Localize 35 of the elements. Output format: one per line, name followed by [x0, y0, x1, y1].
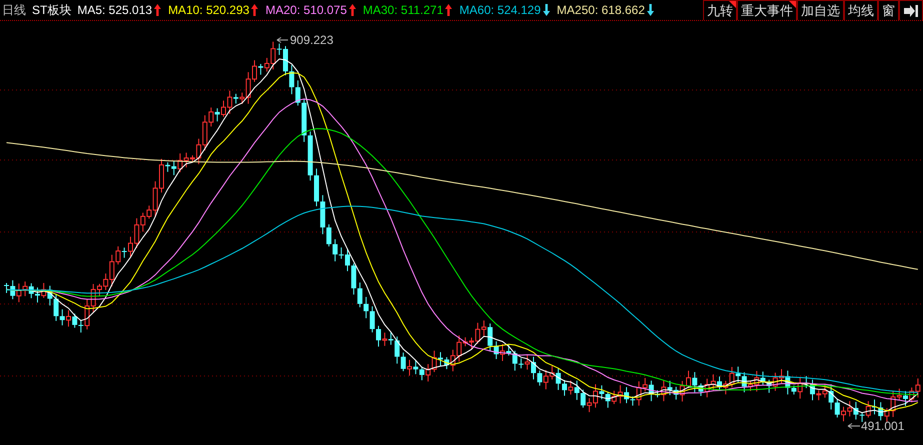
toolbar-button[interactable]: 重大事件: [737, 0, 797, 20]
rising-candle: [66, 310, 71, 328]
rising-candle: [524, 354, 530, 370]
rising-candle: [866, 400, 871, 418]
toolbar-button[interactable]: 加自选: [797, 0, 844, 20]
falling-candle: [233, 93, 238, 104]
rising-candle: [568, 380, 574, 396]
moving-average-value: MA5: 525.013: [77, 3, 152, 17]
toolbar-button[interactable]: 均线: [844, 0, 878, 20]
rising-candle: [407, 359, 412, 376]
toolbar-button[interactable]: 九转: [703, 0, 737, 20]
leader-line: [848, 423, 860, 429]
falling-candle: [258, 63, 264, 76]
falling-candle: [122, 247, 127, 258]
toolbar-button[interactable]: 窗: [878, 0, 899, 20]
arrow-to-bar-icon: [904, 4, 918, 16]
falling-candle: [717, 376, 722, 392]
leader-line: [276, 37, 288, 43]
falling-candle: [214, 108, 220, 122]
rising-candle: [41, 282, 46, 298]
rising-candle: [500, 344, 505, 362]
moving-average-value: MA60: 524.129: [459, 3, 541, 17]
period-label: 日线: [2, 2, 26, 18]
collapse-button[interactable]: [899, 0, 923, 20]
moving-average-value: MA30: 511.271: [362, 3, 444, 17]
rising-candle: [661, 380, 666, 402]
moving-average-value: MA10: 520.293: [168, 3, 250, 17]
rising-candle: [798, 376, 803, 400]
high-price-label: 909.223: [290, 33, 334, 47]
moving-average-value: MA20: 510.075: [265, 3, 347, 17]
falling-candle: [903, 390, 908, 406]
rising-candle: [382, 332, 388, 346]
low-price-label: 491.001: [861, 419, 904, 433]
moving-average-value: MA250: 618.662: [556, 3, 645, 17]
sector-name: ST板块: [32, 2, 72, 18]
